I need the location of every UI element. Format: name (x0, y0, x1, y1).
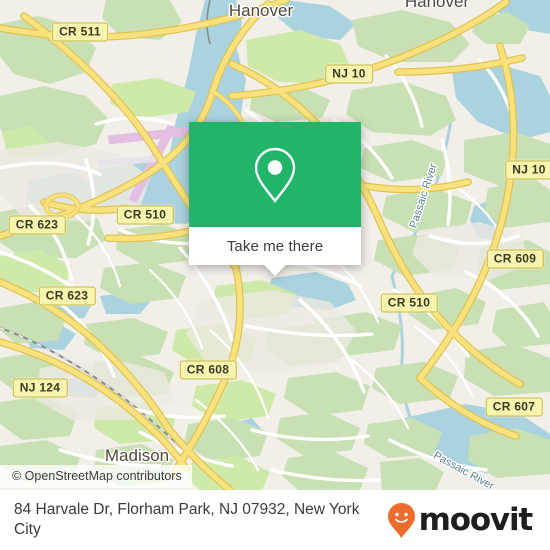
moovit-wordmark: moovit (418, 501, 534, 538)
popup-image-area (189, 122, 361, 227)
place-label-hanover-1: Hanover (228, 1, 294, 20)
road-shield-cr-607[interactable]: CR 607 (485, 397, 543, 417)
map-pin-icon (254, 147, 296, 203)
footer-bar: 84 Harvale Dr, Florham Park, NJ 07932, N… (0, 490, 550, 550)
road-shield-cr-510-a[interactable]: CR 510 (116, 205, 174, 225)
take-me-there-label: Take me there (226, 237, 324, 255)
road-shield-cr-608[interactable]: CR 608 (179, 360, 237, 380)
popup-tail-pointer (264, 265, 286, 276)
moovit-smiley-pin-icon (387, 502, 415, 538)
place-label-madison: Madison (104, 446, 170, 465)
moovit-map-screenshot: Hanover Hanover Madison Passaic River Pa… (0, 0, 550, 550)
map-viewport[interactable]: Hanover Hanover Madison Passaic River Pa… (0, 0, 550, 490)
road-shield-nj-10-a[interactable]: NJ 10 (325, 64, 373, 84)
road-shield-cr-510-b[interactable]: CR 510 (380, 293, 438, 313)
road-shield-nj-10-b[interactable]: NJ 10 (505, 160, 550, 180)
place-label-hanover-2: Hanover (404, 0, 470, 11)
road-shield-cr-511[interactable]: CR 511 (52, 22, 108, 42)
road-shield-cr-609[interactable]: CR 609 (486, 249, 544, 269)
road-shield-nj-124[interactable]: NJ 124 (12, 378, 68, 398)
map-attribution[interactable]: © OpenStreetMap contributors (0, 465, 192, 488)
destination-popup-card[interactable]: Take me there (189, 122, 361, 276)
road-shield-cr-623-b[interactable]: CR 623 (38, 286, 96, 306)
moovit-brand[interactable]: moovit (387, 501, 534, 539)
address-title: 84 Harvale Dr, Florham Park, NJ 07932, N… (14, 500, 360, 538)
popup-cta-area[interactable]: Take me there (189, 227, 361, 276)
road-shield-cr-623-a[interactable]: CR 623 (8, 215, 66, 235)
